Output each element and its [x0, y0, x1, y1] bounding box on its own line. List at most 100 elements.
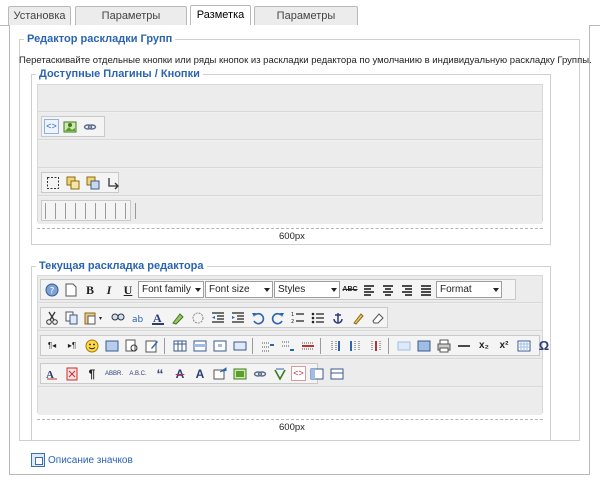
link-icon[interactable]	[81, 118, 99, 136]
align-left-icon[interactable]	[360, 281, 378, 299]
rtl-button[interactable]: ▸¶	[63, 337, 81, 355]
image-icon[interactable]	[231, 365, 249, 383]
styles-select[interactable]: Styles	[274, 281, 340, 298]
button-group-row-4[interactable]: A ¶ ABBR. A.B.C. “ A A <>	[40, 363, 344, 384]
insert-col-before-icon[interactable]	[327, 337, 345, 355]
italic-button[interactable]: I	[100, 281, 118, 299]
link-edit-icon[interactable]	[251, 365, 269, 383]
font-family-select[interactable]: Font family	[138, 281, 204, 298]
spellcheck-icon[interactable]	[271, 365, 289, 383]
edit-icon[interactable]	[143, 337, 161, 355]
align-right-icon[interactable]	[398, 281, 416, 299]
button-group-row-3[interactable]: ¶◂ ▸¶ x₂ x² Ω	[40, 335, 549, 356]
outdent-icon[interactable]	[209, 309, 227, 327]
clean-code-icon[interactable]	[189, 309, 207, 327]
layer-icon[interactable]	[395, 337, 413, 355]
cut-icon[interactable]	[43, 309, 61, 327]
new-document-icon[interactable]	[62, 281, 80, 299]
available-row-4[interactable]	[38, 169, 542, 196]
separator-icon[interactable]	[135, 202, 139, 219]
icon-legend-icon[interactable]	[31, 453, 45, 467]
acronym-button[interactable]: A.B.C.	[127, 365, 149, 383]
current-row-3[interactable]: ¶◂ ▸¶ x₂ x² Ω	[38, 332, 549, 359]
cell-props-icon[interactable]	[211, 337, 229, 355]
code-view-icon[interactable]: <>	[44, 119, 59, 134]
separator-icon[interactable]	[45, 202, 49, 219]
available-row-2[interactable]: <>	[38, 113, 542, 140]
html-source-icon[interactable]: <>	[291, 366, 306, 381]
format-select[interactable]: Format	[436, 281, 502, 298]
del-button[interactable]: A	[171, 365, 189, 383]
separator-icon[interactable]	[115, 202, 119, 219]
button-group-table-cells[interactable]	[41, 172, 119, 193]
highlight-color-icon[interactable]	[169, 309, 187, 327]
row-props-icon[interactable]	[191, 337, 209, 355]
preview-icon[interactable]	[123, 337, 141, 355]
insert-col-after-icon[interactable]	[347, 337, 365, 355]
available-row-5[interactable]	[38, 197, 542, 224]
tab-plugin-params[interactable]: Параметры плагина	[254, 6, 358, 40]
block-format-icon[interactable]	[328, 365, 346, 383]
anchor-corner-icon[interactable]	[104, 174, 122, 192]
ins-button[interactable]: A	[191, 365, 209, 383]
copy-icon[interactable]	[63, 309, 81, 327]
subscript-button[interactable]: x₂	[475, 337, 493, 355]
bullet-list-icon[interactable]	[309, 309, 327, 327]
style-props-icon[interactable]: A	[43, 365, 61, 383]
current-row-5[interactable]	[38, 388, 542, 415]
separator-icon[interactable]	[65, 202, 69, 219]
redo-icon[interactable]	[269, 309, 287, 327]
current-row-4[interactable]: A ¶ ABBR. A.B.C. “ A A <>	[38, 360, 542, 387]
align-center-icon[interactable]	[379, 281, 397, 299]
ltr-button[interactable]: ¶◂	[43, 337, 61, 355]
paste-cells-icon[interactable]	[84, 174, 102, 192]
table-icon[interactable]	[171, 337, 189, 355]
superscript-button[interactable]: x²	[495, 337, 513, 355]
fullscreen-icon[interactable]	[308, 365, 326, 383]
button-group-row-2[interactable]: ab A 12	[40, 307, 388, 328]
tab-install[interactable]: Установка	[8, 6, 71, 26]
copy-cells-icon[interactable]	[64, 174, 82, 192]
delete-row-icon[interactable]	[299, 337, 317, 355]
current-row-1[interactable]: ? B I U Font family Font size Styles ABC…	[38, 276, 542, 303]
separator-icon[interactable]	[105, 202, 109, 219]
button-group-row-1[interactable]: ? B I U Font family Font size Styles ABC…	[40, 279, 516, 300]
font-color-icon[interactable]: A	[149, 309, 167, 327]
icon-legend-link[interactable]: Описание значков	[48, 455, 133, 466]
numbered-list-icon[interactable]: 12	[289, 309, 307, 327]
separator-icon[interactable]	[75, 202, 79, 219]
strikethrough-button[interactable]: ABC	[341, 281, 359, 299]
indent-icon[interactable]	[229, 309, 247, 327]
paragraph-button[interactable]: ¶	[83, 365, 101, 383]
insert-row-after-icon[interactable]	[279, 337, 297, 355]
underline-button[interactable]: U	[119, 281, 137, 299]
available-row-3[interactable]	[38, 141, 542, 168]
select-all-icon[interactable]	[44, 174, 62, 192]
paste-icon[interactable]	[83, 309, 107, 327]
find-icon[interactable]	[109, 309, 127, 327]
omega-button[interactable]: Ω	[535, 337, 553, 355]
tab-editor-params[interactable]: Параметры Редактора	[75, 6, 187, 40]
media-icon[interactable]	[103, 337, 121, 355]
align-justify-icon[interactable]	[417, 281, 435, 299]
abbr-button[interactable]: ABBR.	[103, 365, 125, 383]
cite-button[interactable]: “	[151, 365, 169, 383]
button-group-source[interactable]: <>	[41, 116, 105, 137]
char-map-icon[interactable]	[515, 337, 533, 355]
separator-icon[interactable]	[55, 202, 59, 219]
image-manager-icon[interactable]	[61, 118, 79, 136]
merge-cells-icon[interactable]	[231, 337, 249, 355]
emoticons-icon[interactable]	[83, 337, 101, 355]
visual-aid-icon[interactable]	[415, 337, 433, 355]
help-icon[interactable]: ?	[43, 281, 61, 299]
font-size-select[interactable]: Font size	[205, 281, 273, 298]
replace-icon[interactable]: ab	[129, 309, 147, 327]
available-row-1[interactable]	[38, 85, 542, 112]
attributes-icon[interactable]	[211, 365, 229, 383]
anchor-icon[interactable]	[329, 309, 347, 327]
tab-layout[interactable]: Разметка	[190, 5, 251, 26]
horizontal-rule-icon[interactable]	[455, 337, 473, 355]
insert-row-before-icon[interactable]	[259, 337, 277, 355]
current-row-2[interactable]: ab A 12	[38, 304, 542, 331]
button-group-separators[interactable]	[41, 200, 136, 221]
